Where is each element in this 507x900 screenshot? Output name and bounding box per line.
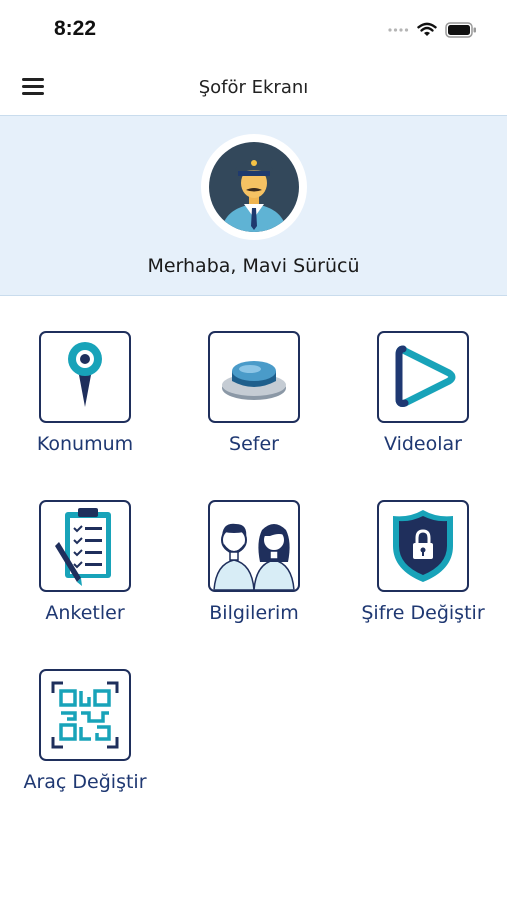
status-time: 8:22 <box>54 17 97 40</box>
tile-box <box>208 331 300 423</box>
clipboard-checklist-icon <box>55 508 111 586</box>
location-pin-icon <box>68 342 102 407</box>
battery-icon <box>445 22 476 38</box>
play-icon <box>395 345 456 407</box>
tile-sefer[interactable]: Sefer <box>184 331 324 455</box>
avatar <box>201 134 307 240</box>
driver-avatar-icon <box>209 142 299 232</box>
tile-label: Araç Değiştir <box>23 771 147 793</box>
tile-bilgilerim[interactable]: Bilgilerim <box>184 500 324 624</box>
tile-arac-degistir[interactable]: Araç Değiştir <box>15 669 155 793</box>
tile-label: Videolar <box>384 433 462 455</box>
tile-box <box>377 500 469 592</box>
greeting-text: Merhaba, Mavi Sürücü <box>147 255 360 277</box>
wifi-icon <box>417 22 437 36</box>
tile-label: Bilgilerim <box>209 602 299 624</box>
tile-box <box>39 669 131 761</box>
status-icons <box>387 20 477 40</box>
tile-anketler[interactable]: Anketler <box>15 500 155 624</box>
tile-label: Konumum <box>36 433 134 455</box>
push-button-icon <box>222 361 286 400</box>
signal-icon <box>388 28 409 32</box>
tile-box <box>377 331 469 423</box>
tile-label: Şifre Değiştir <box>361 602 485 624</box>
tile-sifre-degistir[interactable]: Şifre Değiştir <box>353 500 493 624</box>
tile-box <box>39 331 131 423</box>
qr-code-icon <box>51 681 119 749</box>
tile-label: Anketler <box>45 602 125 624</box>
tile-videolar[interactable]: Videolar <box>353 331 493 455</box>
nav-bar: Şoför Ekranı <box>0 58 507 116</box>
status-bar: 8:22 <box>0 0 507 58</box>
lock-shield-icon <box>393 510 453 582</box>
tile-box <box>39 500 131 592</box>
tile-label: Sefer <box>229 433 279 455</box>
profile-header: Merhaba, Mavi Sürücü <box>0 116 507 296</box>
tile-konumum[interactable]: Konumum <box>15 331 155 455</box>
tile-box <box>208 500 300 592</box>
page-title: Şoför Ekranı <box>198 77 309 98</box>
people-icon <box>213 523 295 590</box>
